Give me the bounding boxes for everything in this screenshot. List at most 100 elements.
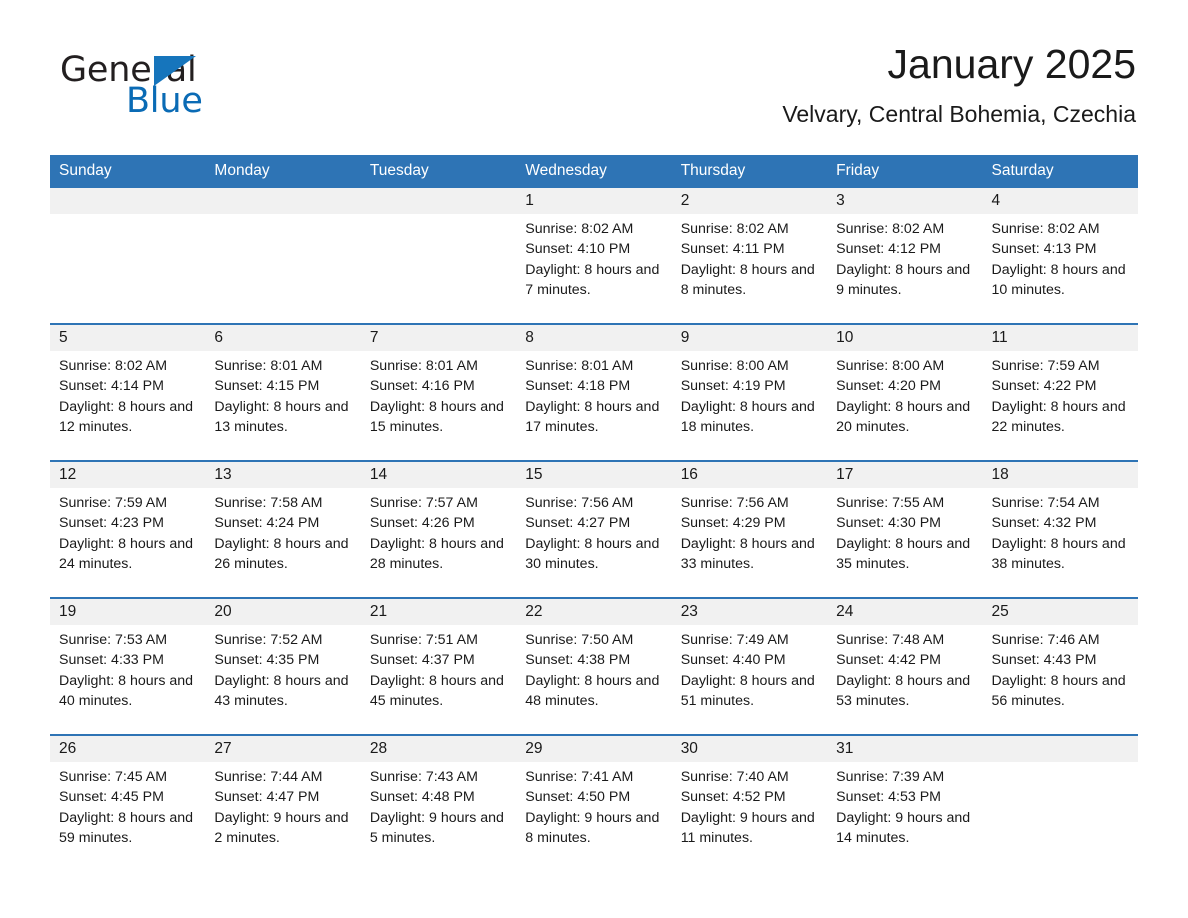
- logo-text-blue: Blue: [126, 81, 203, 121]
- weekday-header-thursday: Thursday: [671, 155, 828, 188]
- sunset-text: Sunset: 4:48 PM: [369, 789, 475, 806]
- sunrise-text: Sunrise: 7:40 AM: [680, 769, 789, 785]
- daylight-text: Daylight: 9 hours and 2 minutes.: [214, 809, 349, 846]
- sunset-text: Sunset: 4:10 PM: [525, 241, 631, 258]
- sunset-text: Sunset: 4:45 PM: [59, 789, 164, 806]
- sunset-text: Sunset: 4:42 PM: [836, 652, 941, 669]
- week-detail-row: Sunrise: 7:59 AM Sunset: 4:23 PM Daylight:…: [50, 488, 1138, 598]
- day-number-empty: [360, 188, 517, 214]
- day-detail-cell: Sunrise: 7:49 AM Sunset: 4:40 PM Daylight:…: [671, 625, 828, 735]
- day-number-cell[interactable]: 1: [516, 188, 672, 214]
- day-number-cell[interactable]: 4: [982, 188, 1138, 214]
- title-block: January 2025 Velvary, Central Bohemia, C…: [782, 40, 1138, 130]
- day-number-cell[interactable]: 14: [360, 460, 517, 488]
- week-daynumber-row: 1234: [50, 188, 1138, 214]
- day-detail-cell: Sunrise: 8:02 AM Sunset: 4:14 PM Daylight:…: [50, 351, 206, 461]
- sunrise-text: Sunrise: 8:02 AM: [680, 221, 789, 237]
- week-daynumber-row: 5 6 7 8 9 10 11: [50, 323, 1138, 351]
- day-number-empty: [982, 734, 1138, 762]
- calendar-body: 1 2 3 4 Sunrise: 8:02 AM Sunset: 4:10 PM Dayli…: [50, 188, 1138, 871]
- day-number-cell[interactable]: 31: [827, 734, 983, 762]
- daylight-text: Daylight: 8 hours and 10 minutes.: [991, 261, 1126, 298]
- day-number-cell[interactable]: 5: [50, 323, 206, 351]
- day-detail-cell: Sunrise: 8:01 AM Sunset: 4:18 PM Daylight:…: [516, 351, 672, 461]
- day-number-cell[interactable]: 9: [671, 323, 828, 351]
- sunset-text: Sunset: 4:20 PM: [836, 378, 941, 395]
- daylight-text: Daylight: 8 hours and 38 minutes.: [991, 535, 1126, 572]
- sunset-text: Sunset: 4:26 PM: [369, 515, 475, 532]
- day-detail-cell: Sunrise: 7:45 AM Sunset: 4:45 PM Daylight:…: [50, 762, 206, 871]
- daylight-text: Daylight: 8 hours and 33 minutes.: [680, 535, 815, 572]
- sunrise-text: Sunrise: 7:46 AM: [991, 632, 1100, 648]
- day-number-cell[interactable]: 6: [205, 323, 361, 351]
- day-number-cell[interactable]: 23: [671, 597, 828, 625]
- day-number-cell[interactable]: 8: [516, 323, 672, 351]
- day-number-cell[interactable]: 15: [516, 460, 672, 488]
- daylight-text: Daylight: 8 hours and 22 minutes.: [991, 398, 1126, 435]
- sunrise-text: Sunrise: 7:51 AM: [369, 632, 478, 648]
- day-number-cell[interactable]: 18: [982, 460, 1138, 488]
- day-number-cell[interactable]: 22: [516, 597, 672, 625]
- day-number-cell[interactable]: 30: [671, 734, 828, 762]
- daylight-text: Daylight: 8 hours and 24 minutes.: [59, 535, 194, 572]
- day-number-cell[interactable]: 13: [205, 460, 361, 488]
- sunrise-text: Sunrise: 7:44 AM: [214, 769, 323, 785]
- day-number-cell[interactable]: 17: [827, 460, 983, 488]
- sunrise-text: Sunrise: 7:55 AM: [836, 495, 945, 511]
- day-detail-cell: Sunrise: 7:55 AM Sunset: 4:30 PM Daylight:…: [827, 488, 983, 598]
- day-number-cell[interactable]: 27: [205, 734, 361, 762]
- daylight-text: Daylight: 8 hours and 40 minutes.: [59, 672, 194, 709]
- day-detail-cell: Sunrise: 7:59 AM Sunset: 4:22 PM Daylight:…: [982, 351, 1138, 461]
- day-number-cell[interactable]: 28: [360, 734, 517, 762]
- day-number-cell[interactable]: 24: [827, 597, 983, 625]
- day-number-cell[interactable]: 21: [360, 597, 517, 625]
- sunset-text: Sunset: 4:40 PM: [680, 652, 786, 669]
- week-daynumber-row: 12 13 14 15 16 17 18: [50, 460, 1138, 488]
- day-number-cell[interactable]: 2: [671, 188, 828, 214]
- sunset-text: Sunset: 4:22 PM: [991, 378, 1097, 395]
- day-number-cell[interactable]: 29: [516, 734, 672, 762]
- daylight-text: Daylight: 8 hours and 43 minutes.: [214, 672, 349, 709]
- weekday-header-tuesday: Tuesday: [360, 155, 517, 188]
- calendar-page: General Blue January 2025 Velvary, Centr…: [0, 0, 1188, 918]
- sunset-text: Sunset: 4:38 PM: [525, 652, 631, 669]
- sunset-text: Sunset: 4:30 PM: [836, 515, 941, 532]
- sunset-text: Sunset: 4:50 PM: [525, 789, 631, 806]
- daylight-text: Daylight: 8 hours and 26 minutes.: [214, 535, 349, 572]
- day-number-cell[interactable]: 12: [50, 460, 206, 488]
- sunrise-text: Sunrise: 8:00 AM: [836, 358, 945, 374]
- day-number-cell[interactable]: 16: [671, 460, 828, 488]
- daylight-text: Daylight: 8 hours and 30 minutes.: [525, 535, 660, 572]
- general-blue-logo[interactable]: General Blue: [50, 40, 310, 120]
- week-detail-row: Sunrise: 8:02 AM Sunset: 4:14 PM Daylight:…: [50, 351, 1138, 461]
- day-number-cell[interactable]: 25: [982, 597, 1138, 625]
- day-number-cell[interactable]: 11: [982, 323, 1138, 351]
- daylight-text: Daylight: 8 hours and 15 minutes.: [369, 398, 504, 435]
- day-detail-empty: [205, 214, 361, 324]
- day-detail-cell: Sunrise: 7:54 AM Sunset: 4:32 PM Daylight:…: [982, 488, 1138, 598]
- daylight-text: Daylight: 8 hours and 53 minutes.: [836, 672, 971, 709]
- day-number-cell[interactable]: 3: [827, 188, 983, 214]
- day-detail-cell: Sunrise: 7:57 AM Sunset: 4:26 PM Daylight:…: [360, 488, 517, 598]
- weekday-header-saturday: Saturday: [982, 155, 1138, 188]
- sunset-text: Sunset: 4:16 PM: [369, 378, 475, 395]
- sunrise-text: Sunrise: 7:59 AM: [991, 358, 1100, 374]
- sunset-text: Sunset: 4:13 PM: [991, 241, 1097, 258]
- daylight-text: Daylight: 9 hours and 5 minutes.: [369, 809, 504, 846]
- day-number-cell[interactable]: 19: [50, 597, 206, 625]
- daylight-text: Daylight: 9 hours and 8 minutes.: [525, 809, 660, 846]
- daylight-text: Daylight: 8 hours and 18 minutes.: [680, 398, 815, 435]
- day-number-cell[interactable]: 7: [360, 323, 517, 351]
- sunrise-text: Sunrise: 7:39 AM: [836, 769, 945, 785]
- day-number-cell[interactable]: 10: [827, 323, 983, 351]
- weekday-header-wednesday: Wednesday: [516, 155, 672, 188]
- day-detail-cell: Sunrise: 7:41 AM Sunset: 4:50 PM Daylight:…: [516, 762, 672, 871]
- sunrise-text: Sunrise: 7:56 AM: [680, 495, 789, 511]
- weekday-header-sunday: Sunday: [50, 155, 206, 188]
- daylight-text: Daylight: 8 hours and 48 minutes.: [525, 672, 660, 709]
- day-number-cell[interactable]: 20: [205, 597, 361, 625]
- sunset-text: Sunset: 4:23 PM: [59, 515, 164, 532]
- sunset-text: Sunset: 4:37 PM: [369, 652, 475, 669]
- day-number-cell[interactable]: 26: [50, 734, 206, 762]
- day-number-empty: [50, 188, 206, 214]
